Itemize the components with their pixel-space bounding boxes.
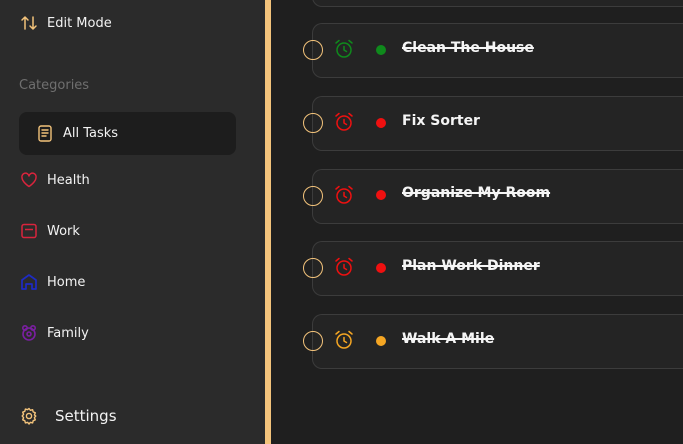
task-title: Clean The House bbox=[402, 40, 534, 56]
task-checkbox[interactable] bbox=[303, 258, 323, 278]
briefcase-icon bbox=[19, 221, 39, 241]
sidebar-item-label: Health bbox=[47, 172, 90, 188]
task-list-icon bbox=[35, 123, 55, 143]
sidebar-item-health[interactable]: Health bbox=[19, 167, 90, 193]
priority-dot bbox=[376, 336, 386, 346]
sidebar-item-all-tasks[interactable]: All Tasks bbox=[19, 112, 236, 155]
task-card[interactable] bbox=[312, 96, 683, 151]
edit-mode-label: Edit Mode bbox=[47, 15, 112, 31]
task-checkbox[interactable] bbox=[303, 186, 323, 206]
task-checkbox[interactable] bbox=[303, 113, 323, 133]
settings-label: Settings bbox=[55, 407, 117, 425]
house-icon bbox=[19, 272, 39, 292]
task-checkbox[interactable] bbox=[303, 331, 323, 351]
alarm-clock-icon[interactable] bbox=[333, 111, 355, 133]
task-list: Clean The House Fix Sorter Organize My R… bbox=[271, 0, 683, 444]
sidebar-item-label: Family bbox=[47, 325, 89, 341]
sidebar-item-work[interactable]: Work bbox=[19, 218, 80, 244]
heart-icon bbox=[19, 170, 39, 190]
task-card[interactable] bbox=[312, 314, 683, 369]
alarm-clock-icon[interactable] bbox=[333, 329, 355, 351]
priority-dot bbox=[376, 263, 386, 273]
sidebar-item-label: All Tasks bbox=[63, 125, 119, 141]
priority-dot bbox=[376, 45, 386, 55]
alarm-clock-icon[interactable] bbox=[333, 38, 355, 60]
task-title: Plan Work Dinner bbox=[402, 258, 540, 274]
edit-mode-button[interactable]: Edit Mode bbox=[19, 10, 112, 36]
settings-button[interactable]: Settings bbox=[19, 403, 117, 429]
sidebar-item-family[interactable]: Family bbox=[19, 320, 89, 346]
priority-dot bbox=[376, 118, 386, 128]
sidebar-item-home[interactable]: Home bbox=[19, 269, 85, 295]
sidebar-item-label: Home bbox=[47, 274, 86, 290]
categories-heading: Categories bbox=[19, 78, 90, 93]
task-title: Organize My Room bbox=[402, 185, 551, 201]
sort-arrows-icon bbox=[19, 13, 39, 33]
alarm-clock-icon[interactable] bbox=[333, 184, 355, 206]
alarm-clock-icon[interactable] bbox=[333, 256, 355, 278]
family-icon bbox=[19, 323, 39, 343]
priority-dot bbox=[376, 190, 386, 200]
task-checkbox[interactable] bbox=[303, 40, 323, 60]
task-title: Walk A Mile bbox=[402, 331, 495, 347]
sidebar-item-label: Work bbox=[47, 223, 80, 239]
task-card-partial bbox=[312, 0, 683, 7]
task-title: Fix Sorter bbox=[402, 113, 480, 129]
gear-icon bbox=[19, 406, 39, 426]
sidebar: Edit Mode Categories All Tasks Health Wo… bbox=[0, 0, 265, 444]
